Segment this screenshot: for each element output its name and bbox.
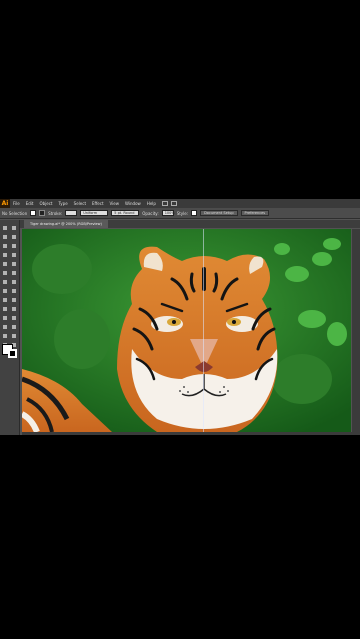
- shape-builder-tool[interactable]: [0, 295, 10, 304]
- pen-icon: [2, 243, 7, 248]
- rectangle-tool[interactable]: [10, 250, 20, 259]
- lasso-tool[interactable]: [10, 232, 20, 241]
- document-tab[interactable]: Tiger drawing.ai* @ 200% (RGB/Preview): [24, 220, 108, 228]
- vertical-guide-line[interactable]: [203, 229, 204, 432]
- blend-icon: [12, 315, 17, 320]
- scale-tool[interactable]: [10, 277, 20, 286]
- artboard-icon: [2, 333, 7, 338]
- stroke-swatch[interactable]: [39, 210, 46, 216]
- tools-panel: [0, 220, 20, 435]
- arrange-documents-icon[interactable]: [170, 201, 177, 206]
- gradient-icon: [12, 306, 17, 311]
- line-tool[interactable]: [0, 250, 10, 259]
- lasso-icon: [12, 234, 17, 239]
- menu-file[interactable]: File: [10, 199, 23, 208]
- app-logo: Ai: [0, 199, 10, 208]
- eraser-tool[interactable]: [10, 268, 20, 277]
- fill-stroke-widget[interactable]: [2, 344, 18, 358]
- scale-icon: [12, 279, 17, 284]
- fill-swatch[interactable]: [30, 210, 37, 216]
- artboard-canvas[interactable]: [22, 229, 351, 432]
- menu-view[interactable]: View: [107, 199, 123, 208]
- artboard-tool[interactable]: [0, 331, 10, 340]
- menu-window[interactable]: Window: [122, 199, 144, 208]
- pencil-icon: [12, 261, 17, 266]
- mesh-tool[interactable]: [0, 304, 10, 313]
- menu-type[interactable]: Type: [55, 199, 70, 208]
- symbol-sprayer-tool[interactable]: [0, 322, 10, 331]
- horizontal-scrollbar[interactable]: [22, 432, 352, 435]
- preferences-button[interactable]: Preferences: [240, 210, 270, 216]
- rotate-tool[interactable]: [0, 277, 10, 286]
- width-icon: [2, 288, 7, 293]
- opacity-label: Opacity:: [142, 210, 159, 216]
- menu-help[interactable]: Help: [144, 199, 159, 208]
- vertical-scrollbar[interactable]: [352, 229, 360, 435]
- menu-effect[interactable]: Effect: [89, 199, 107, 208]
- selection-icon: [2, 225, 7, 230]
- perspective-grid-tool[interactable]: [10, 295, 20, 304]
- free-transform-tool[interactable]: [10, 286, 20, 295]
- rectangle-icon: [12, 252, 17, 257]
- control-bar: No Selection Stroke: Uniform 5 pt. Round…: [0, 208, 360, 219]
- free-transform-icon: [12, 288, 17, 293]
- magic-wand-icon: [2, 234, 7, 239]
- variable-width-dropdown[interactable]: Uniform: [80, 210, 109, 216]
- selection-tool[interactable]: [0, 223, 10, 232]
- pen-tool[interactable]: [0, 241, 10, 250]
- illustrator-window: Ai File Edit Object Type Select Effect V…: [0, 199, 360, 435]
- menu-select[interactable]: Select: [71, 199, 89, 208]
- column-graph-tool[interactable]: [10, 322, 20, 331]
- graphic-style-swatch[interactable]: [191, 210, 198, 216]
- selection-status: No Selection: [2, 210, 28, 216]
- eyedropper-tool[interactable]: [0, 313, 10, 322]
- blob-brush-icon: [2, 270, 7, 275]
- stroke-label: Stroke:: [48, 210, 63, 216]
- stroke-weight-dropdown[interactable]: [65, 210, 78, 216]
- perspective-grid-icon: [12, 297, 17, 302]
- brush-definition-dropdown[interactable]: 5 pt. Round: [111, 210, 140, 216]
- bridge-icon[interactable]: [161, 201, 168, 206]
- width-tool[interactable]: [0, 286, 10, 295]
- column-graph-icon: [12, 324, 17, 329]
- menu-object[interactable]: Object: [36, 199, 55, 208]
- gradient-tool[interactable]: [10, 304, 20, 313]
- type-icon: [12, 243, 17, 248]
- mesh-icon: [2, 306, 7, 311]
- document-setup-button[interactable]: Document Setup: [200, 210, 238, 216]
- tiger-photo: [22, 229, 351, 432]
- line-icon: [2, 252, 7, 257]
- slice-tool[interactable]: [10, 331, 20, 340]
- shape-builder-icon: [2, 297, 7, 302]
- paintbrush-tool[interactable]: [0, 259, 10, 268]
- paintbrush-icon: [2, 261, 7, 266]
- style-label: Style:: [176, 210, 189, 216]
- type-tool[interactable]: [10, 241, 20, 250]
- menu-edit[interactable]: Edit: [23, 199, 37, 208]
- magic-wand-tool[interactable]: [0, 232, 10, 241]
- opacity-field[interactable]: 100%: [161, 210, 175, 216]
- rotate-icon: [2, 279, 7, 284]
- eraser-icon: [12, 270, 17, 275]
- blend-tool[interactable]: [10, 313, 20, 322]
- blob-brush-tool[interactable]: [0, 268, 10, 277]
- menu-bar: Ai File Edit Object Type Select Effect V…: [0, 199, 360, 208]
- direct-selection-icon: [12, 225, 17, 230]
- stroke-color-box[interactable]: [8, 349, 17, 358]
- slice-icon: [12, 333, 17, 338]
- symbol-sprayer-icon: [2, 324, 7, 329]
- document-tab-bar: Tiger drawing.ai* @ 200% (RGB/Preview): [20, 220, 360, 228]
- direct-selection-tool[interactable]: [10, 223, 20, 232]
- pencil-tool[interactable]: [10, 259, 20, 268]
- eyedropper-icon: [2, 315, 7, 320]
